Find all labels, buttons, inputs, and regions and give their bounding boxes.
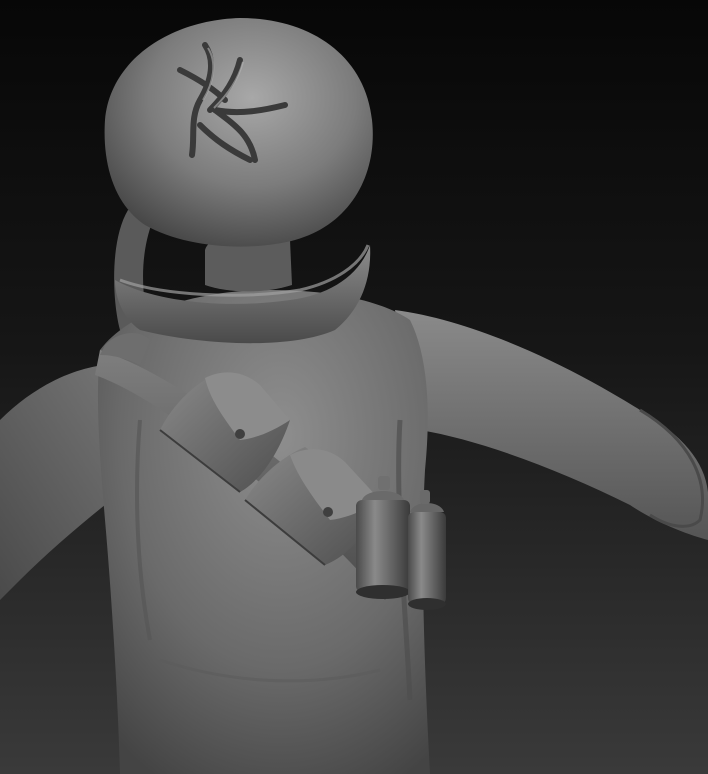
pouch-lower-button [323,507,333,517]
sculpt-render [0,0,708,774]
viewport-canvas [0,0,708,774]
spray-can-back [408,490,446,610]
pouch-upper-button [235,429,245,439]
